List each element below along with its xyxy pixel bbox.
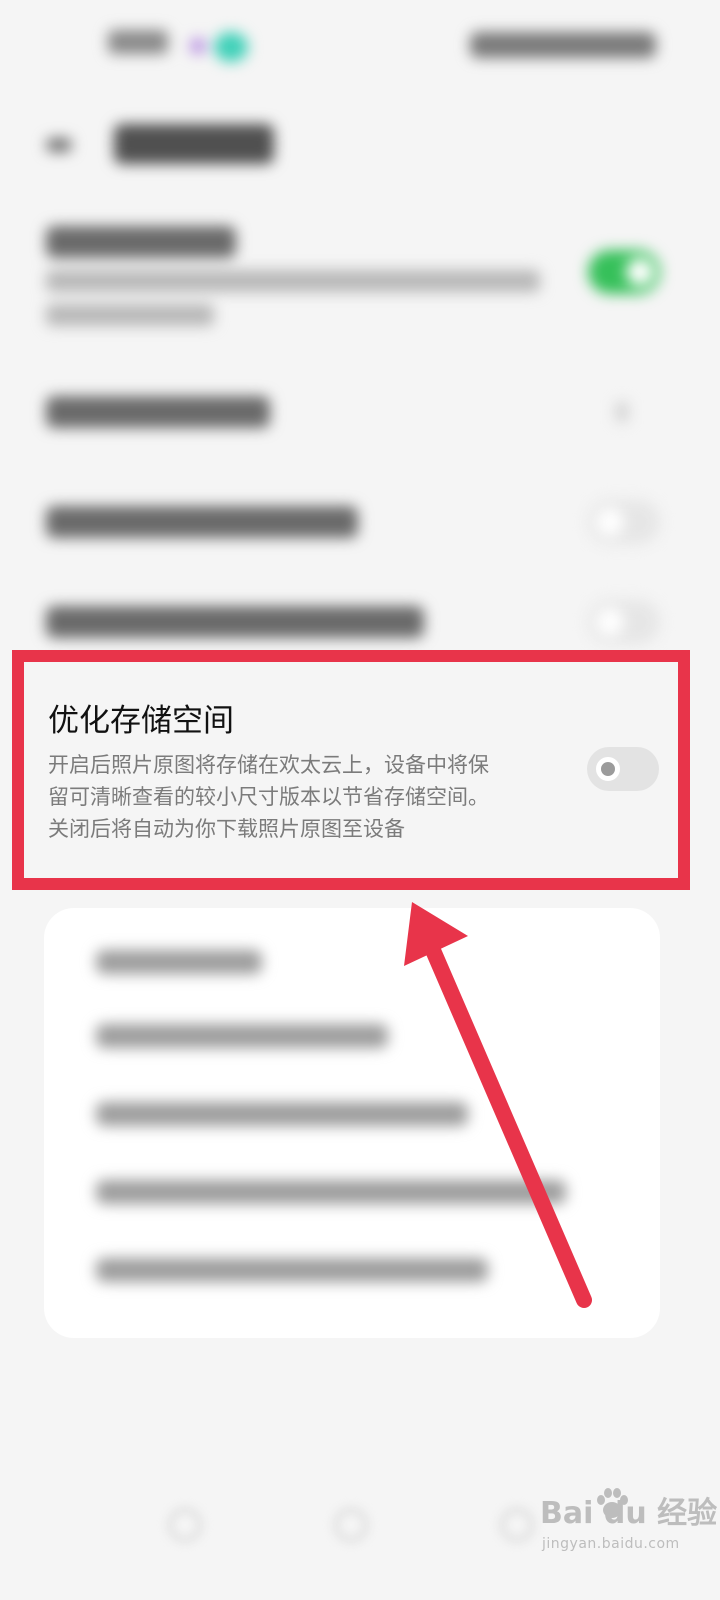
notification-icon	[190, 38, 206, 54]
setting-description	[46, 304, 214, 326]
back-arrow-icon	[46, 138, 72, 152]
nav-home-icon	[334, 1508, 368, 1542]
page-title	[114, 124, 274, 164]
info-line	[96, 1180, 566, 1204]
setting-title	[46, 226, 236, 258]
chevron-right-icon	[616, 402, 628, 422]
large-files-toggle[interactable]	[588, 600, 660, 644]
app-header	[0, 110, 720, 180]
status-bar	[0, 0, 720, 96]
app-notification-icon	[214, 32, 248, 62]
nav-recent-icon	[500, 1508, 534, 1542]
nav-home-button[interactable]	[334, 1508, 368, 1542]
info-line	[96, 1024, 388, 1048]
toggle-knob	[596, 757, 620, 781]
description-line: 关闭后将自动为你下载照片原图至设备	[48, 817, 405, 841]
info-line	[96, 1102, 468, 1126]
back-button[interactable]	[40, 128, 84, 162]
description-line: 开启后照片原图将存储在欢太云上，设备中将保	[48, 753, 489, 777]
watermark-url: jingyan.baidu.com	[542, 1536, 680, 1552]
toggle-knob	[626, 258, 654, 286]
status-time	[108, 30, 168, 54]
optimize-storage-description: 开启后照片原图将存储在欢太云上，设备中将保 留可清晰查看的较小尺寸版本以节省存储…	[48, 749, 558, 845]
mobile-data-toggle[interactable]	[588, 500, 660, 544]
setting-row-large-files[interactable]	[0, 600, 720, 650]
setting-title	[46, 606, 424, 638]
nav-recent-button[interactable]	[500, 1508, 534, 1542]
nav-back-button[interactable]	[168, 1508, 202, 1542]
nav-back-icon	[168, 1508, 202, 1542]
description-line: 留可清晰查看的较小尺寸版本以节省存储空间。	[48, 785, 489, 809]
status-icons	[470, 32, 656, 58]
setting-row-mobile-data[interactable]	[0, 500, 720, 550]
setting-title	[46, 396, 270, 428]
toggle-knob	[596, 608, 624, 636]
toggle-knob	[596, 508, 624, 536]
optimize-storage-title: 优化存储空间	[48, 703, 234, 739]
setting-row-albums[interactable]	[0, 390, 720, 440]
watermark: Bai du 经验 jingyan.baidu.com	[540, 1488, 717, 1578]
baidu-paw-icon	[597, 1488, 628, 1518]
setting-description	[46, 270, 540, 292]
auto-sync-toggle[interactable]	[588, 250, 660, 294]
optimize-storage-toggle[interactable]	[587, 747, 659, 791]
info-line	[96, 1258, 488, 1282]
info-line	[96, 950, 262, 974]
setting-row-auto-sync[interactable]	[0, 220, 720, 340]
info-card	[44, 908, 660, 1338]
setting-title	[46, 506, 358, 538]
